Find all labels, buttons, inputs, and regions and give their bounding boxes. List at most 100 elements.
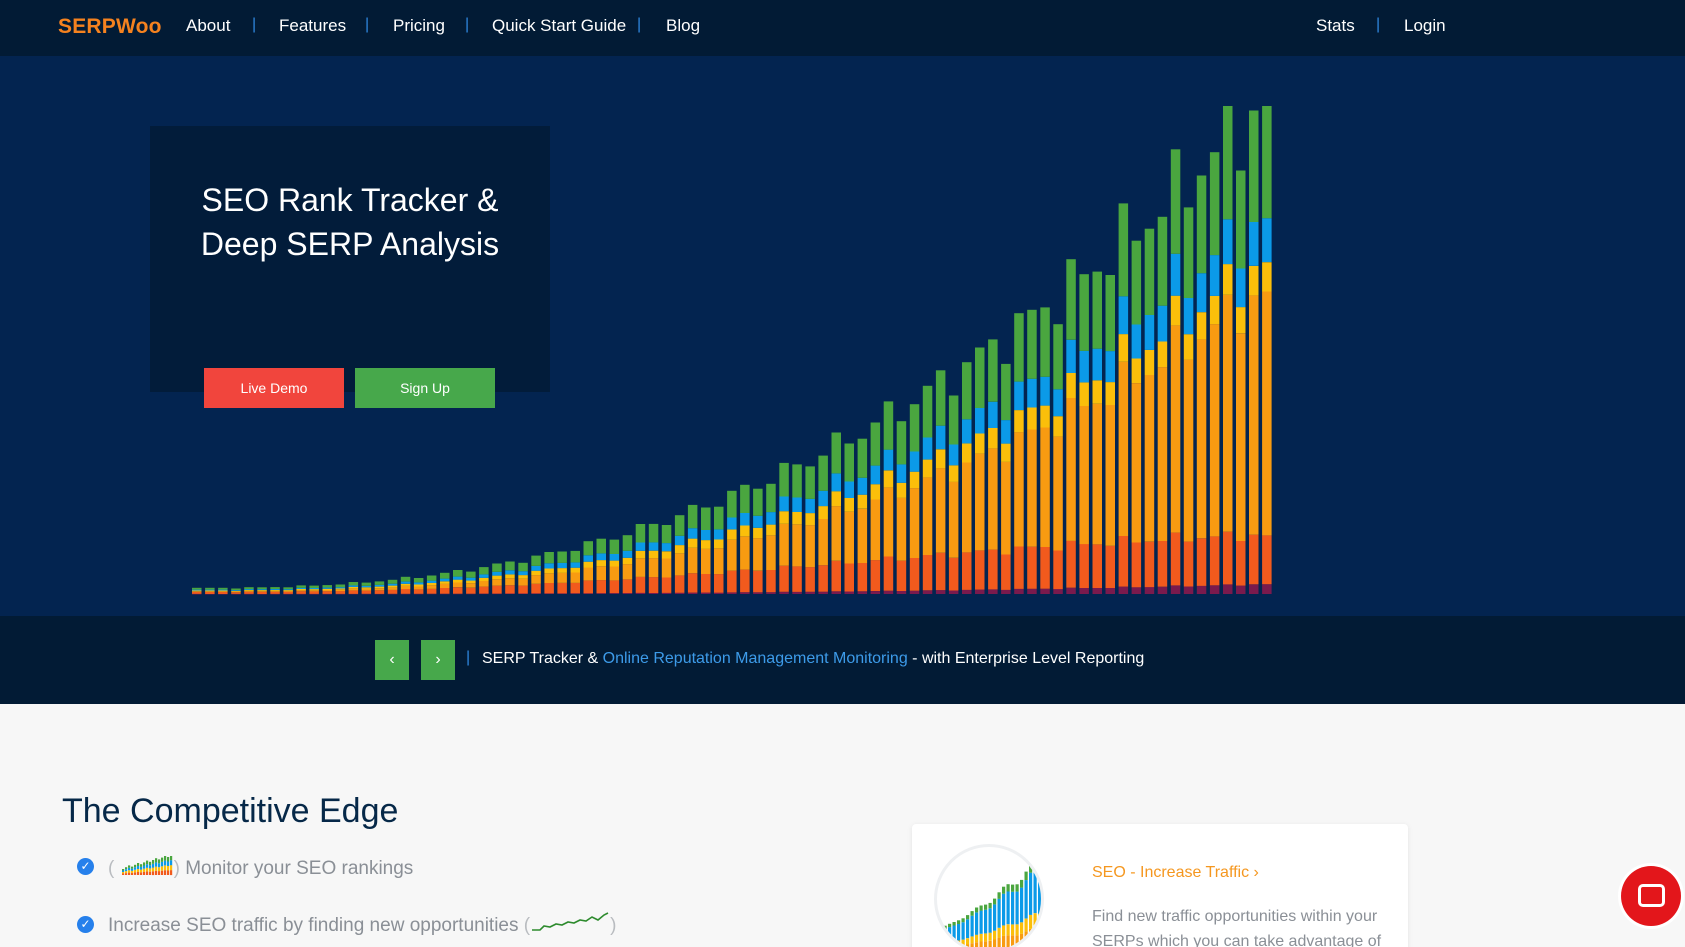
hero-bar-segment: [792, 512, 802, 525]
hero-bar-segment: [505, 593, 515, 594]
hero-bar-segment: [400, 586, 411, 590]
thumb-bar-segment: [1006, 884, 1010, 892]
hero-bar-segment: [492, 579, 502, 586]
thumb-bar-segment: [1029, 872, 1033, 915]
hero-bar-segment: [609, 554, 620, 561]
feature-text: Increase SEO traffic by finding new oppo…: [108, 915, 519, 937]
caption-separator: |: [466, 649, 471, 666]
mini-bar-segment: [124, 867, 127, 870]
nav-quick-start-guide[interactable]: Quick Start Guide: [492, 16, 626, 36]
thumb-bar-segment: [1006, 935, 1010, 947]
hero-bar-segment: [1131, 358, 1142, 383]
mini-bar-segment: [136, 871, 139, 875]
hero-bar-segment: [831, 591, 841, 594]
nav-blog[interactable]: Blog: [666, 16, 700, 36]
nav-about[interactable]: About: [186, 16, 230, 36]
live-demo-button[interactable]: Live Demo: [204, 368, 344, 408]
hero-bar-segment: [531, 570, 541, 576]
hero-bar-segment: [1262, 218, 1272, 263]
hero-bar-segment: [440, 572, 450, 579]
seo-increase-traffic-card[interactable]: SEO - Increase Traffic › Find new traffi…: [912, 824, 1408, 947]
thumb-bar-segment: [1015, 924, 1019, 936]
hero-bar-segment: [870, 560, 881, 591]
mini-bar-segment: [151, 863, 154, 868]
hero-bar-segment: [1209, 295, 1220, 325]
hero-bar-segment: [413, 589, 424, 594]
nav-features[interactable]: Features: [279, 16, 346, 36]
hero-bar-segment: [361, 587, 372, 589]
hero-bar-segment: [479, 577, 489, 581]
hero-bar-segment: [413, 578, 424, 583]
mini-bar-segment: [139, 866, 142, 870]
hero-bar-segment: [466, 587, 476, 594]
hero-bar-segment: [1223, 264, 1233, 295]
hero-bar-segment: [714, 574, 724, 593]
hero-bar-segment: [883, 449, 894, 471]
nav-stats[interactable]: Stats: [1316, 16, 1355, 36]
hero-bar-segment: [244, 591, 254, 592]
hero-bar-segment: [596, 593, 606, 594]
nav-login[interactable]: Login: [1404, 16, 1446, 36]
hero-bar-segment: [909, 404, 920, 452]
hero-bar-segment: [857, 477, 868, 495]
hero-bar-segment: [505, 574, 515, 579]
hero-bar-segment: [257, 591, 267, 594]
hero-bar-segment: [948, 590, 959, 594]
chat-launcher-button[interactable]: [1621, 866, 1681, 926]
hero-bar-segment: [1249, 534, 1259, 585]
hero-bar-segment: [544, 563, 554, 569]
logo[interactable]: SERPWoo: [58, 15, 162, 39]
hero-bar-segment: [962, 589, 972, 594]
hero-bar-segment: [1183, 541, 1194, 587]
hero-bar-segment: [1092, 271, 1102, 349]
hero-bar-segment: [335, 589, 346, 592]
hero-bar-segment: [844, 443, 854, 482]
hero-bar-segment: [714, 506, 724, 530]
mini-bar-segment: [163, 865, 166, 871]
thumb-bar-segment: [1006, 924, 1010, 936]
hero-bar-segment: [570, 572, 580, 583]
hero-bar-segment: [975, 589, 985, 594]
hero-bar-segment: [1001, 420, 1011, 444]
hero-bar-segment: [361, 588, 372, 591]
hero-bar-segment: [557, 572, 567, 583]
prev-slide-button[interactable]: ‹: [375, 640, 409, 680]
trend-line-icon: [532, 912, 609, 931]
hero-bar-segment: [687, 528, 698, 539]
nav-pricing[interactable]: Pricing: [393, 16, 445, 36]
mini-bar-segment: [169, 855, 172, 861]
hero-bar-segment: [1196, 175, 1207, 274]
hero-bar-segment: [544, 573, 554, 583]
hero-bar-segment: [1079, 350, 1089, 383]
hero-bar-segment: [1001, 363, 1011, 421]
orm-monitoring-link[interactable]: Online Reputation Management Monitoring: [603, 650, 908, 667]
feature-paren-open: (: [108, 858, 115, 879]
hero-bar-segment: [1170, 149, 1181, 254]
sign-up-button[interactable]: Sign Up: [355, 368, 495, 408]
hero-bar-segment: [753, 538, 763, 571]
card-title-link[interactable]: SEO - Increase Traffic ›: [1092, 864, 1259, 882]
hero-bar-segment: [1209, 536, 1220, 586]
hero-bar-segment: [962, 552, 972, 590]
hero-bar-segment: [922, 385, 933, 438]
thumb-bar-segment: [979, 905, 983, 911]
hero-bar-segment: [1027, 429, 1037, 547]
hero-bar-segment: [935, 468, 946, 553]
next-slide-button[interactable]: ›: [421, 640, 455, 680]
hero-bar-segment: [648, 550, 659, 559]
hero-bar-segment: [766, 512, 776, 525]
thumb-bar-segment: [1043, 915, 1045, 929]
thumb-bar-segment: [1038, 870, 1041, 914]
hero-bar-segment: [1092, 544, 1102, 588]
thumb-bar-segment: [1024, 880, 1028, 919]
hero-bar-segment: [596, 566, 606, 581]
hero-bar-segment: [1079, 544, 1089, 588]
hero-bar-segment: [766, 569, 776, 593]
hero-bar-segment: [205, 590, 215, 592]
hero-bar-segment: [922, 555, 933, 591]
hero-bar-segment: [687, 592, 698, 594]
hero-bar-segment: [701, 507, 711, 530]
hero-bar-segment: [648, 577, 659, 593]
hero-bar-segment: [309, 588, 319, 590]
hero-bar-segment: [1105, 588, 1115, 594]
